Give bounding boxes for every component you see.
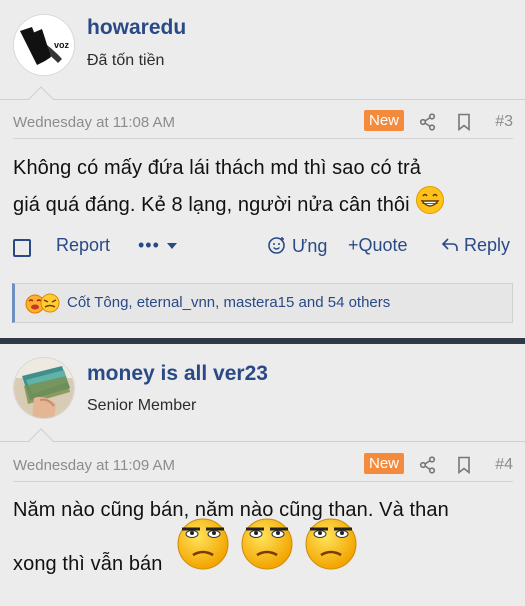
chevron-down-icon: [166, 243, 177, 250]
grin-emoji: [415, 185, 445, 226]
post-number[interactable]: #4: [495, 456, 513, 474]
post-date[interactable]: Wednesday at 11:08 AM: [13, 114, 175, 131]
post-content: Không có mấy đứa lái thách md thì sao có…: [13, 152, 513, 226]
reply-arrow-icon: [441, 238, 458, 251]
annoyed-emoji: [238, 513, 296, 582]
post-3: voz howaredu Đã tốn tiền Wednesday at 11…: [0, 0, 525, 338]
divider: [0, 441, 525, 442]
new-badge: New: [364, 110, 405, 131]
react-face-icon: [268, 237, 285, 254]
svg-text:voz: voz: [54, 40, 70, 50]
divider-notch: [28, 428, 54, 454]
post-content: Năm nào cũng bán, năm nào cũng than. Và …: [13, 494, 513, 582]
post-actions: Report ••• Ưng +Quote Reply: [13, 233, 513, 263]
bookmark-icon[interactable]: [454, 455, 474, 475]
more-dots: •••: [138, 235, 160, 255]
react-button[interactable]: Ưng: [267, 235, 327, 257]
content-line: xong thì vẫn bán: [13, 518, 513, 582]
content-line: Không có mấy đứa lái thách md thì sao có…: [13, 157, 422, 179]
reactions-bar[interactable]: Cốt Tông, eternal_vnn, mastera15 and 54 …: [12, 283, 513, 323]
reply-label: Reply: [464, 235, 511, 255]
annoyed-emoji: [174, 513, 232, 582]
content-line-text: giá quá đáng. Kẻ 8 lạng, người nửa cân t…: [13, 193, 410, 216]
user-title: Đã tốn tiền: [87, 52, 165, 69]
meta-divider: [13, 481, 513, 482]
reply-button[interactable]: Reply: [441, 235, 510, 256]
reactions-text: Cốt Tông, eternal_vnn, mastera15 and 54 …: [67, 294, 391, 311]
post-meta: Wednesday at 11:08 AM New #3: [13, 109, 513, 137]
post-user-header: voz howaredu Đã tốn tiền: [0, 0, 525, 92]
divider: [0, 99, 525, 100]
share-icon[interactable]: [418, 112, 438, 132]
select-checkbox[interactable]: [13, 239, 31, 257]
username[interactable]: money is all ver23: [87, 362, 268, 386]
report-button[interactable]: Report: [56, 235, 110, 256]
post-number[interactable]: #3: [495, 113, 513, 131]
content-line-text: xong thì vẫn bán: [13, 552, 163, 575]
share-icon[interactable]: [418, 455, 438, 475]
post-4: money is all ver23 Senior Member Wednesd…: [0, 344, 525, 606]
more-button[interactable]: •••: [138, 235, 178, 256]
user-title: Senior Member: [87, 397, 197, 414]
quote-button[interactable]: +Quote: [348, 235, 408, 256]
avatar[interactable]: [13, 357, 75, 419]
reaction-icons: [25, 293, 60, 314]
meta-divider: [13, 138, 513, 139]
bookmark-icon[interactable]: [454, 112, 474, 132]
content-line: giá quá đáng. Kẻ 8 lạng, người nửa cân t…: [13, 185, 513, 226]
new-badge: New: [364, 453, 405, 474]
username[interactable]: howaredu: [87, 16, 186, 40]
post-meta: Wednesday at 11:09 AM New #4: [13, 452, 513, 480]
react-label: Ưng: [292, 236, 328, 256]
avatar[interactable]: voz: [13, 14, 75, 76]
post-date[interactable]: Wednesday at 11:09 AM: [13, 457, 175, 474]
annoyed-emoji: [302, 513, 360, 582]
